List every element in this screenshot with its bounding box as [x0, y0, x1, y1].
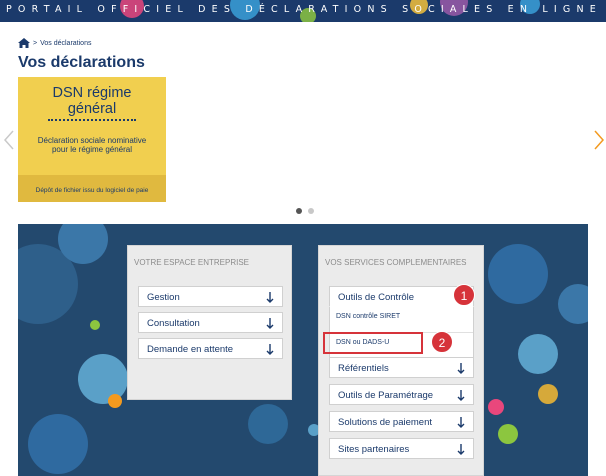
breadcrumb-separator: >	[33, 39, 38, 47]
panel-header: VOTRE ESPACE ENTREPRISE	[134, 258, 249, 267]
arrow-down-icon	[266, 344, 274, 355]
menu-item-label: Consultation	[147, 318, 200, 329]
pager-dot-active[interactable]	[296, 208, 302, 214]
bg-bubble	[488, 244, 548, 304]
arrow-down-icon	[457, 363, 465, 374]
panel-header: VOS SERVICES COMPLEMENTAIRES	[325, 258, 467, 267]
card-title-line1: DSN régime	[52, 85, 132, 101]
bg-bubble	[248, 404, 288, 444]
bg-bubble	[538, 384, 558, 404]
espace-entreprise-panel: VOTRE ESPACE ENTREPRISE Gestion Consulta…	[127, 245, 292, 400]
bg-bubble	[558, 284, 588, 324]
card-description-line2: pour le régime général	[51, 145, 133, 154]
bg-bubble	[28, 414, 88, 474]
bg-bubble	[518, 334, 558, 374]
arrow-down-icon	[457, 444, 465, 455]
menu-item-label: Outils de Contrôle	[338, 292, 415, 303]
arrow-down-icon	[266, 318, 274, 329]
card-title: DSN régime général	[18, 85, 166, 117]
menu-item-label: Gestion	[147, 292, 180, 303]
carousel-pager	[296, 208, 314, 214]
menu-item-label: Demande en attente	[147, 344, 234, 355]
annotation-badge-2: 2	[431, 331, 453, 353]
carousel-prev-icon[interactable]	[4, 130, 14, 150]
services-complementaires-panel: VOS SERVICES COMPLEMENTAIRES Outils de C…	[318, 245, 484, 476]
bg-bubble	[488, 399, 504, 415]
home-icon[interactable]	[18, 38, 30, 48]
card-divider	[48, 119, 136, 121]
bg-bubble	[498, 424, 518, 444]
card-description: Déclaration sociale nominative pour le r…	[18, 136, 166, 154]
arrow-down-icon	[266, 292, 274, 303]
carousel-next-icon[interactable]	[594, 130, 604, 150]
menu-item-consultation[interactable]: Consultation	[138, 312, 283, 333]
services-background	[18, 224, 588, 476]
menu-item-outils-de-parametrage[interactable]: Outils de Paramétrage	[329, 384, 474, 405]
breadcrumb-current[interactable]: Vos déclarations	[40, 40, 91, 47]
card-title-line2: général	[67, 101, 117, 117]
bg-bubble	[90, 320, 100, 330]
arrow-down-icon	[457, 390, 465, 401]
annotation-highlight-box	[323, 332, 423, 354]
menu-item-gestion[interactable]: Gestion	[138, 286, 283, 307]
menu-item-solutions-de-paiement[interactable]: Solutions de paiement	[329, 411, 474, 432]
card-description-line1: Déclaration sociale nominative	[37, 136, 147, 145]
menu-item-sites-partenaires[interactable]: Sites partenaires	[329, 438, 474, 459]
menu-item-label: Solutions de paiement	[338, 417, 433, 428]
submenu-dsn-controle-siret[interactable]: DSN contrôle SIRET	[336, 313, 400, 320]
bg-bubble	[108, 394, 122, 408]
menu-item-demande-en-attente[interactable]: Demande en attente	[138, 338, 283, 359]
menu-item-label: Outils de Paramétrage	[338, 390, 434, 401]
menu-item-label: Sites partenaires	[338, 444, 410, 455]
banner-title: PORTAIL OFFICIEL DES DÉCLARATIONS SOCIAL…	[6, 4, 602, 15]
top-banner: PORTAIL OFFICIEL DES DÉCLARATIONS SOCIAL…	[0, 0, 606, 22]
arrow-down-icon	[457, 417, 465, 428]
card-footer-text: Dépôt de fichier issu du logiciel de pai…	[35, 187, 149, 194]
menu-item-referentiels[interactable]: Référentiels	[329, 357, 474, 378]
breadcrumb: > Vos déclarations	[18, 38, 91, 48]
menu-item-label: Référentiels	[338, 363, 389, 374]
pager-dot[interactable]	[308, 208, 314, 214]
annotation-badge-1: 1	[453, 284, 475, 306]
page-title: Vos déclarations	[18, 54, 145, 71]
